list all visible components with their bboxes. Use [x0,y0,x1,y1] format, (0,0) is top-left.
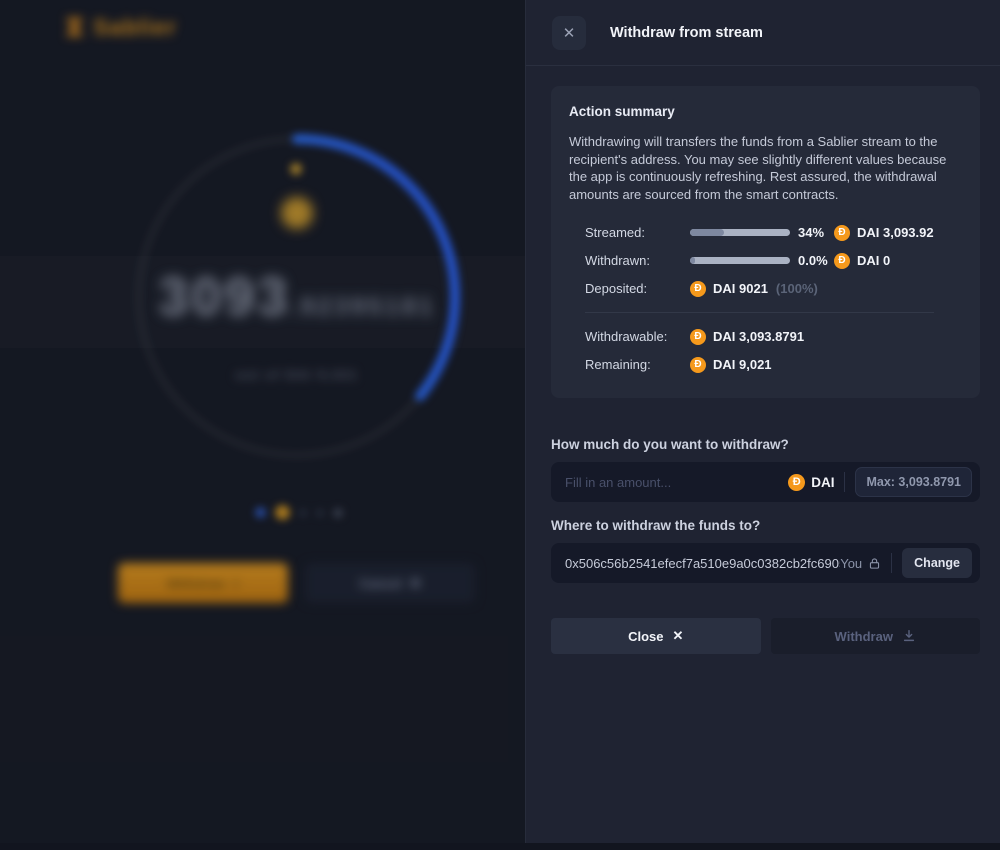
streamed-amount-display: 3093.92395181 [0,266,525,328]
background-cancel-label: Cancel [359,576,402,591]
modal-close-button[interactable]: ✕ [552,16,586,50]
summary-divider [585,312,934,313]
hourglass-icon: ⧗ [64,6,85,48]
download-icon: ⭣ [233,575,239,591]
action-summary-heading: Action summary [569,104,962,119]
close-icon: ✕ [563,24,576,42]
streamed-amount-caption: out of DAI 9,021 [0,368,525,382]
streamed-progress-bar [690,229,790,236]
withdrawn-amount: DAI 0 [857,253,890,268]
download-icon [902,629,916,643]
remaining-amount: DAI 9,021 [713,357,772,372]
modal-title: Withdraw from stream [610,25,763,41]
background-withdraw-label: Withdraw [167,576,225,591]
recipient-section-label: Where to withdraw the funds to? [551,518,980,533]
dai-coin-icon: Đ [834,225,850,241]
recipient-address: 0x506c56b2541efecf7a510e9a0c0382cb2fc690… [565,556,840,571]
streamed-amount-fraction: .92395181 [290,293,435,321]
you-label: You [840,556,862,571]
dai-token-icon-large [281,197,313,229]
sablier-logo[interactable]: ⧗ Sablier [64,6,177,48]
dai-coin-icon: Đ [690,329,706,345]
amount-input-row: Đ DAI Max: 3,093.8791 [551,462,980,502]
dai-coin-icon: Đ [690,281,706,297]
recipient-input-row: 0x506c56b2541efecf7a510e9a0c0382cb2fc690… [551,543,980,583]
row-withdrawn: Withdrawn: 0.0% Đ DAI 0 [585,253,948,268]
viewport-bottom-strip [0,843,1000,850]
withdrawn-progress-bar [690,257,790,264]
modal-footer: Close ✕ Withdraw [551,618,980,654]
row-streamed: Streamed: 34% Đ DAI 3,093.92 [585,225,948,240]
background-stream-page: ⧗ Sablier 3093.92395181 out of DAI 9,021 [0,0,525,850]
background-cancel-button[interactable]: Cancel ⊗ [305,563,475,603]
modal-header: ✕ Withdraw from stream [526,0,1000,66]
max-button[interactable]: Max: 3,093.8791 [855,467,972,497]
action-summary-description: Withdrawing will transfers the funds fro… [569,133,962,203]
lock-icon [868,557,881,570]
streamed-amount-integer: 3093 [158,267,290,327]
row-label: Withdrawable: [585,329,690,344]
brand-wordmark: Sablier [93,14,177,41]
close-icon: ⊗ [410,575,421,591]
divider [891,553,892,573]
row-remaining: Remaining: Đ DAI 9,021 [585,357,948,372]
dot-blue[interactable] [255,507,266,518]
row-label: Deposited: [585,281,690,296]
token-chip: Đ DAI [788,474,834,491]
deposited-amount: DAI 9021 [713,281,768,296]
app-root: ⧗ Sablier 3093.92395181 out of DAI 9,021 [0,0,1000,850]
change-address-button[interactable]: Change [902,548,972,578]
row-deposited: Deposited: Đ DAI 9021 (100%) [585,281,948,296]
streamed-percent: 34% [798,225,834,240]
close-icon: ✕ [673,628,684,644]
row-label: Withdrawn: [585,253,690,268]
action-summary-panel: Action summary Withdrawing will transfer… [551,86,980,398]
summary-rows: Streamed: 34% Đ DAI 3,093.92 Withdrawn: … [569,225,962,372]
dai-coin-icon: Đ [788,474,805,491]
close-button-label: Close [628,629,663,644]
withdraw-button-label: Withdraw [835,629,893,644]
divider [844,472,845,492]
carousel-dots[interactable] [255,505,343,520]
background-withdraw-button[interactable]: Withdraw ⭣ [118,563,288,603]
dot-dark-1[interactable] [299,509,307,517]
close-button[interactable]: Close ✕ [551,618,761,654]
amount-input[interactable] [565,475,788,490]
dai-mini-dot-icon [290,163,302,175]
deposited-percent-note: (100%) [776,281,818,296]
dai-coin-icon: Đ [690,357,706,373]
token-label: DAI [811,475,834,490]
streamed-amount: DAI 3,093.92 [857,225,934,240]
withdrawable-amount: DAI 3,093.8791 [713,329,804,344]
withdraw-button[interactable]: Withdraw [771,618,981,654]
you-badge: You [840,556,881,571]
row-withdrawable: Withdrawable: Đ DAI 3,093.8791 [585,329,948,344]
row-label: Streamed: [585,225,690,240]
dot-dark-2[interactable] [316,509,324,517]
amount-section-label: How much do you want to withdraw? [551,437,980,452]
dai-coin-icon: Đ [834,253,850,269]
row-label: Remaining: [585,357,690,372]
withdrawn-percent: 0.0% [798,253,834,268]
withdraw-modal: ✕ Withdraw from stream Action summary Wi… [525,0,1000,850]
dot-light[interactable] [333,508,343,518]
dot-orange[interactable] [275,505,290,520]
